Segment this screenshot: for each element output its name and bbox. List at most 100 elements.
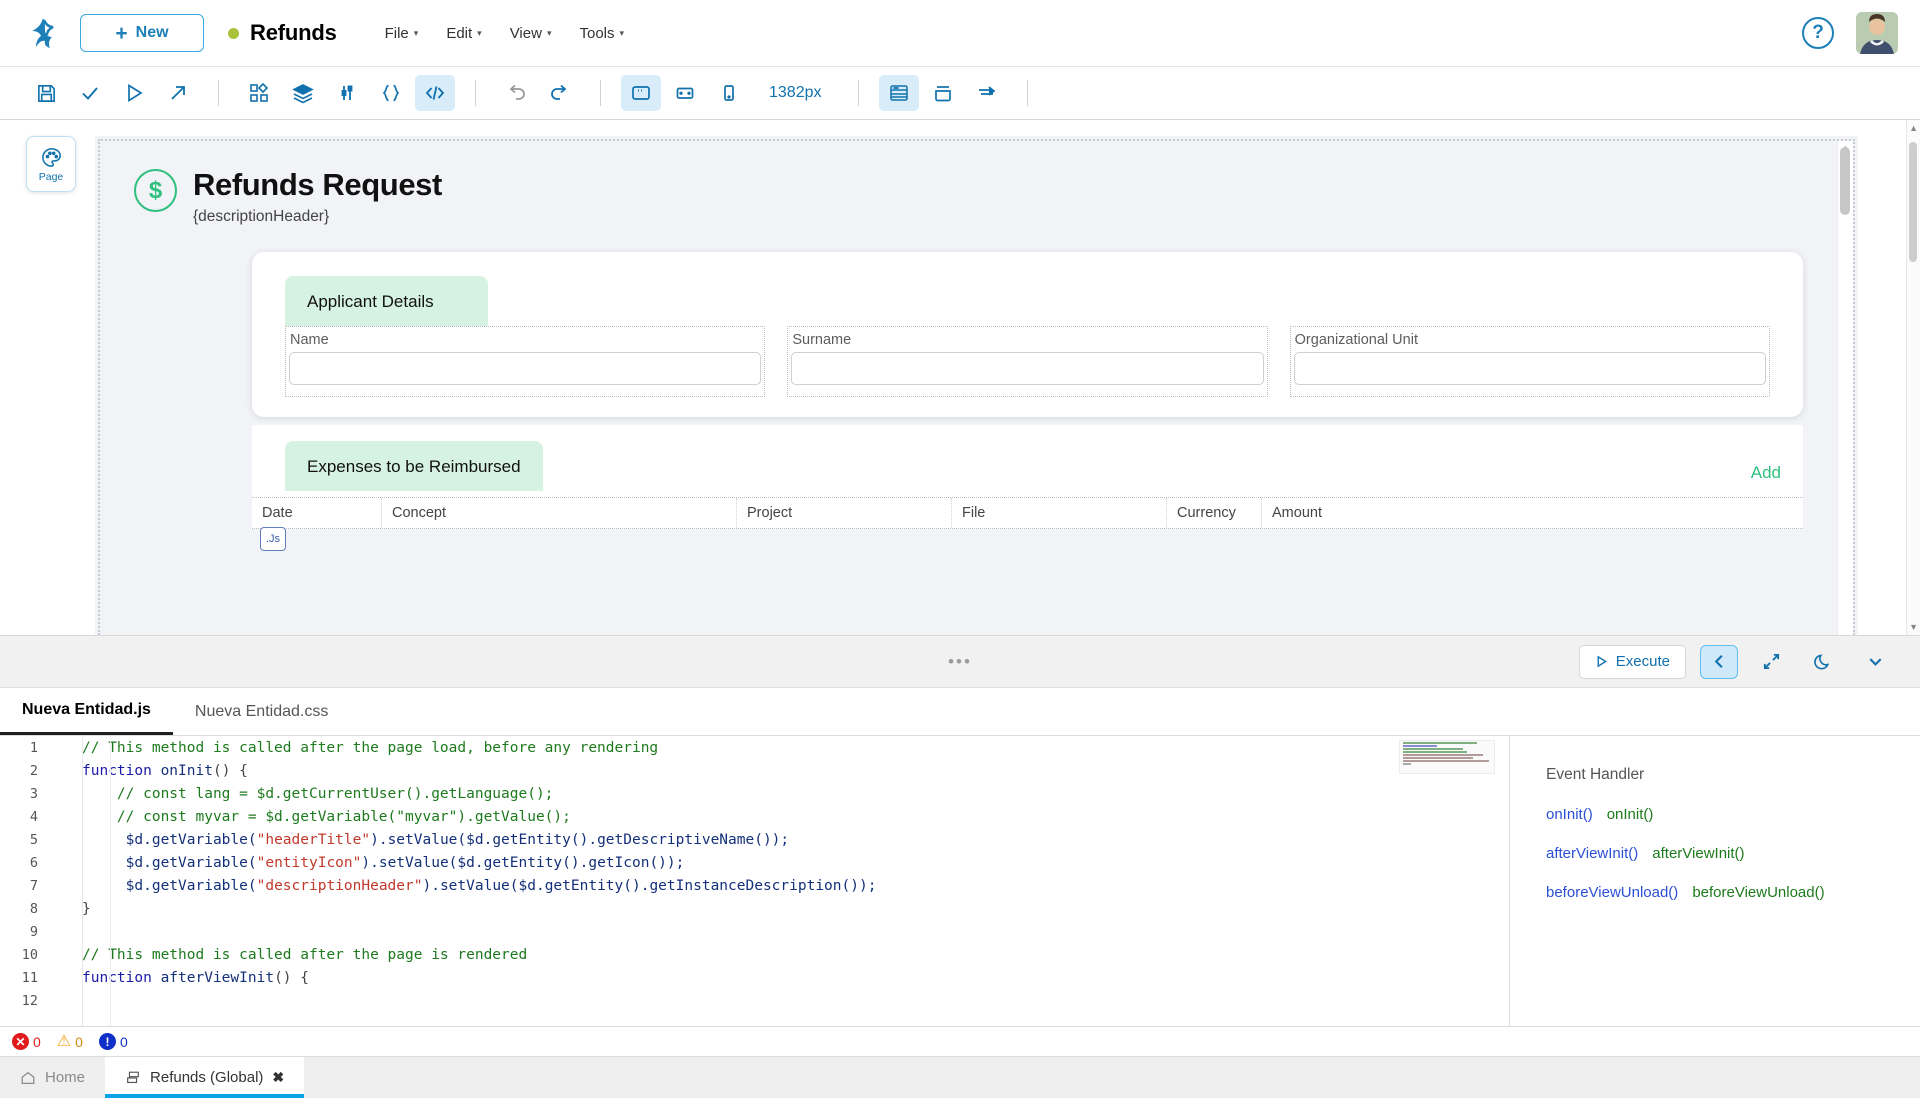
undo-icon[interactable] xyxy=(496,75,536,111)
field-name-label: Name xyxy=(286,332,764,352)
code-text[interactable]: // This method is called after the page … xyxy=(52,947,527,963)
close-icon[interactable]: ✖ xyxy=(272,1069,284,1086)
code-line[interactable]: 9 xyxy=(0,920,1509,943)
page-palette-button[interactable]: Page xyxy=(26,136,76,192)
column-file[interactable]: File xyxy=(952,498,1167,528)
braces-json-icon[interactable] xyxy=(371,75,411,111)
mobile-preview-icon[interactable] xyxy=(709,75,749,111)
code-line[interactable]: 6 $d.getVariable("entityIcon").setValue(… xyxy=(0,851,1509,874)
code-minimap[interactable] xyxy=(1399,740,1495,774)
scroll-up-arrow-icon[interactable]: ▲ xyxy=(1909,123,1918,133)
bottom-tab-refunds[interactable]: Refunds (Global) ✖ xyxy=(105,1057,304,1098)
code-text[interactable]: $d.getVariable("descriptionHeader").setV… xyxy=(52,878,876,894)
menu-file[interactable]: File ▾ xyxy=(385,25,419,42)
handler-name-afterviewinit[interactable]: afterViewInit() xyxy=(1546,845,1638,862)
tab-nueva-entidad-js[interactable]: Nueva Entidad.js xyxy=(0,688,173,735)
status-warnings[interactable]: ⚠ 0 xyxy=(57,1034,83,1050)
code-line[interactable]: 10// This method is called after the pag… xyxy=(0,943,1509,966)
toolbar-separator xyxy=(218,80,219,106)
column-amount[interactable]: Amount xyxy=(1262,498,1412,528)
editor-region: 1// This method is called after the page… xyxy=(0,736,1920,1026)
code-text[interactable]: // This method is called after the page … xyxy=(52,740,658,756)
expand-diagonal-icon[interactable] xyxy=(1752,645,1790,679)
scroll-down-arrow-icon[interactable]: ▼ xyxy=(1909,622,1918,632)
code-line[interactable]: 5 $d.getVariable("headerTitle").setValue… xyxy=(0,828,1509,851)
line-number: 1 xyxy=(0,740,52,756)
execute-label: Execute xyxy=(1616,653,1670,670)
code-text[interactable]: // const myvar = $d.getVariable("myvar")… xyxy=(52,809,571,825)
save-icon[interactable] xyxy=(26,75,66,111)
code-line[interactable]: 12 xyxy=(0,989,1509,1012)
code-text[interactable]: // const lang = $d.getCurrentUser().getL… xyxy=(52,786,553,802)
settings-sliders-icon[interactable] xyxy=(327,75,367,111)
new-button[interactable]: + New xyxy=(80,14,204,52)
align-icon[interactable] xyxy=(967,75,1007,111)
top-bar-right: ? xyxy=(1802,12,1898,54)
desktop-preview-icon[interactable] xyxy=(621,75,661,111)
components-grid-icon[interactable] xyxy=(239,75,279,111)
help-icon[interactable]: ? xyxy=(1802,17,1834,49)
code-lines[interactable]: 1// This method is called after the page… xyxy=(0,736,1509,1012)
code-line[interactable]: 1// This method is called after the page… xyxy=(0,736,1509,759)
scroll-thumb[interactable] xyxy=(1840,147,1850,215)
execute-button[interactable]: Execute xyxy=(1579,645,1686,679)
app-logo-icon[interactable] xyxy=(22,12,64,54)
status-errors[interactable]: ✕ 0 xyxy=(12,1033,41,1050)
status-infos[interactable]: ! 0 xyxy=(99,1033,128,1050)
code-text[interactable]: function afterViewInit() { xyxy=(52,970,309,986)
code-line[interactable]: 7 $d.getVariable("descriptionHeader").se… xyxy=(0,874,1509,897)
code-text[interactable]: $d.getVariable("headerTitle").setValue($… xyxy=(52,832,789,848)
form-layout-icon[interactable] xyxy=(879,75,919,111)
handler-impl-afterviewinit[interactable]: afterViewInit() xyxy=(1652,845,1744,862)
column-concept[interactable]: Concept xyxy=(382,498,737,528)
bottom-tab-home[interactable]: Home xyxy=(0,1057,105,1098)
layers-stack-icon[interactable] xyxy=(283,75,323,111)
add-expense-button[interactable]: Add xyxy=(1751,425,1803,483)
menu-view[interactable]: View ▾ xyxy=(510,25,552,42)
tablet-preview-icon[interactable] xyxy=(665,75,705,111)
deploy-arrow-icon[interactable] xyxy=(158,75,198,111)
name-input[interactable] xyxy=(289,352,761,385)
form-dashed-container[interactable]: $ Refunds Request {descriptionHeader} Ap… xyxy=(98,139,1855,635)
handler-name-beforeviewunload[interactable]: beforeViewUnload() xyxy=(1546,884,1678,901)
form-inner-scrollbar[interactable]: ▲ xyxy=(1837,141,1853,635)
avatar[interactable] xyxy=(1856,12,1898,54)
dark-mode-moon-icon[interactable] xyxy=(1804,645,1842,679)
handler-name-oninit[interactable]: onInit() xyxy=(1546,806,1593,823)
validate-check-icon[interactable] xyxy=(70,75,110,111)
workspace-tabs: Home Refunds (Global) ✖ xyxy=(0,1056,1920,1098)
collapse-left-icon[interactable] xyxy=(1700,645,1738,679)
play-triangle-icon xyxy=(1595,655,1608,668)
surname-input[interactable] xyxy=(791,352,1263,385)
container-icon[interactable] xyxy=(923,75,963,111)
code-line[interactable]: 3 // const lang = $d.getCurrentUser().ge… xyxy=(0,782,1509,805)
code-line[interactable]: 11function afterViewInit() { xyxy=(0,966,1509,989)
column-project[interactable]: Project xyxy=(737,498,952,528)
code-editor[interactable]: 1// This method is called after the page… xyxy=(0,736,1510,1026)
js-badge[interactable]: .Js xyxy=(260,527,286,551)
designer-scrollbar[interactable]: ▲ ▼ xyxy=(1906,120,1920,635)
column-date[interactable]: Date xyxy=(252,498,382,528)
designer-scroll-thumb[interactable] xyxy=(1909,142,1917,262)
canvas-width-value[interactable]: 1382px xyxy=(753,84,838,102)
code-line[interactable]: 2function onInit() { xyxy=(0,759,1509,782)
chevron-down-icon: ▾ xyxy=(477,28,482,39)
code-tags-icon[interactable] xyxy=(415,75,455,111)
handler-impl-beforeviewunload[interactable]: beforeViewUnload() xyxy=(1692,884,1824,901)
code-line[interactable]: 4 // const myvar = $d.getVariable("myvar… xyxy=(0,805,1509,828)
code-text[interactable]: } xyxy=(52,901,91,917)
menu-tools[interactable]: Tools ▾ xyxy=(579,25,624,42)
code-text[interactable]: $d.getVariable("entityIcon").setValue($d… xyxy=(52,855,684,871)
code-line[interactable]: 8} xyxy=(0,897,1509,920)
tab-nueva-entidad-css[interactable]: Nueva Entidad.css xyxy=(173,688,350,735)
column-currency[interactable]: Currency xyxy=(1167,498,1262,528)
redo-icon[interactable] xyxy=(540,75,580,111)
panel-resize-grip[interactable]: ••• xyxy=(948,652,972,672)
organizational-unit-input[interactable] xyxy=(1294,352,1766,385)
collapse-down-chevron-icon[interactable] xyxy=(1856,645,1894,679)
run-play-icon[interactable] xyxy=(114,75,154,111)
palette-label: Page xyxy=(39,171,64,183)
handler-row: afterViewInit() afterViewInit() xyxy=(1546,845,1920,862)
handler-impl-oninit[interactable]: onInit() xyxy=(1607,806,1654,823)
menu-edit[interactable]: Edit ▾ xyxy=(446,25,481,42)
